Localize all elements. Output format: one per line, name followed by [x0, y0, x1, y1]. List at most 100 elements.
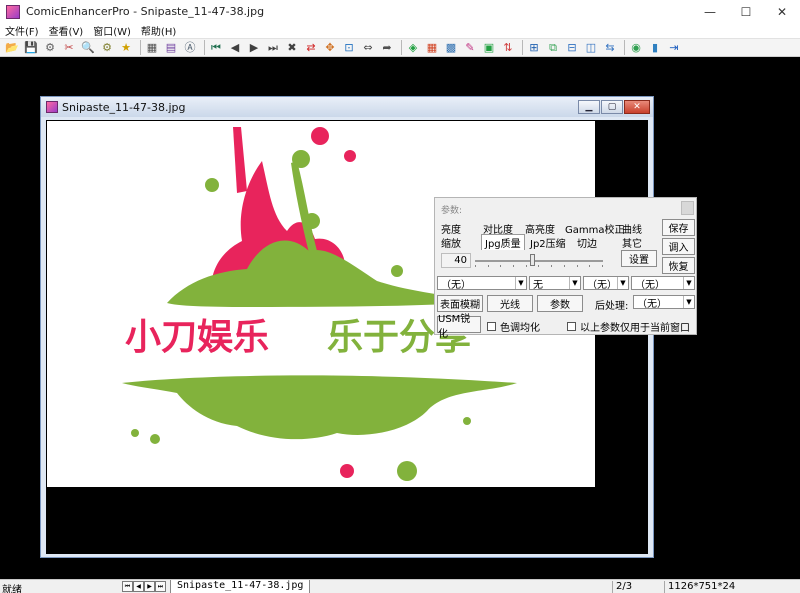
- prev-page-icon[interactable]: ◀: [133, 581, 144, 592]
- exit-icon[interactable]: ⇥: [666, 40, 682, 56]
- window-controls: — ☐ ✕: [692, 0, 800, 23]
- tab-crop[interactable]: 切边: [577, 235, 597, 250]
- pink-dot: [340, 464, 354, 478]
- menu-help[interactable]: 帮助(H): [136, 23, 181, 38]
- split-v-icon[interactable]: ◫: [583, 40, 599, 56]
- last-page-icon[interactable]: ⏭: [155, 581, 166, 592]
- set-button[interactable]: 设置: [621, 250, 657, 267]
- globe-icon[interactable]: ◉: [628, 40, 644, 56]
- save-icon[interactable]: 💾: [23, 40, 39, 56]
- last-icon[interactable]: ⏭: [265, 40, 281, 56]
- green-dot: [292, 150, 310, 168]
- add-page-icon[interactable]: ⊞: [526, 40, 542, 56]
- move-icon[interactable]: ✥: [322, 40, 338, 56]
- tab-gamma[interactable]: Gamma校正: [565, 221, 625, 236]
- pink-dot: [311, 127, 329, 145]
- image-window-title: Snipaste_11-47-38.jpg: [62, 100, 186, 114]
- chevron-down-icon: ▼: [569, 277, 580, 289]
- image-viewport[interactable]: 小刀娱乐 乐于分享: [46, 120, 648, 554]
- load-button[interactable]: 调入: [662, 238, 695, 255]
- tab-jpg-quality[interactable]: Jpg质量: [481, 234, 525, 250]
- open-folder-icon[interactable]: 📂: [4, 40, 20, 56]
- green-dot: [150, 434, 160, 444]
- post-process-label: 后处理:: [595, 301, 629, 312]
- batch-icon[interactable]: ⚙: [42, 40, 58, 56]
- current-window-only-checkbox[interactable]: 以上参数仅用于当前窗口: [567, 319, 690, 334]
- frame-icon[interactable]: ▣: [481, 40, 497, 56]
- prev-icon[interactable]: ◀: [227, 40, 243, 56]
- filter-combo-2[interactable]: 无 ▼: [529, 276, 581, 291]
- split-h-icon[interactable]: ⊟: [564, 40, 580, 56]
- text-icon[interactable]: Ⓐ: [182, 40, 198, 56]
- image-window-title-bar[interactable]: Snipaste_11-47-38.jpg ▁ ▢ ✕: [41, 97, 653, 117]
- tools-icon[interactable]: ✂: [61, 40, 77, 56]
- filter-combo-4[interactable]: （无） ▼: [631, 276, 695, 291]
- filter-combo-1[interactable]: （无） ▼: [437, 276, 527, 291]
- document-tab[interactable]: Snipaste_11-47-38.jpg: [170, 580, 311, 593]
- fit-width-icon[interactable]: ⇔: [360, 40, 376, 56]
- image-window-minimize-button[interactable]: ▁: [578, 100, 600, 114]
- quality-value: 40: [441, 253, 471, 268]
- grid-icon[interactable]: ▦: [424, 40, 440, 56]
- params-button[interactable]: 参数: [537, 295, 583, 312]
- filter-combo-4-value: （无）: [635, 279, 665, 291]
- image-window-maximize-button[interactable]: ▢: [601, 100, 623, 114]
- delete-icon[interactable]: ✖: [284, 40, 300, 56]
- params-close-button[interactable]: [681, 201, 694, 215]
- chevron-down-icon: ▼: [617, 277, 628, 289]
- zoom-icon[interactable]: 🔍: [80, 40, 96, 56]
- color-icon[interactable]: ◈: [405, 40, 421, 56]
- first-icon[interactable]: ⏮: [208, 40, 224, 56]
- menu-window[interactable]: 窗口(W): [88, 23, 136, 38]
- chevron-down-icon: ▼: [683, 277, 694, 289]
- swap-icon[interactable]: ⇄: [303, 40, 319, 56]
- help-book-icon[interactable]: ▮: [647, 40, 663, 56]
- slider-ticks: [475, 265, 603, 268]
- star-icon[interactable]: ★: [118, 40, 134, 56]
- fit-icon[interactable]: ⊡: [341, 40, 357, 56]
- tab-brightness[interactable]: 亮度: [441, 221, 461, 236]
- tab-curve[interactable]: 曲线: [622, 221, 642, 236]
- sort-icon[interactable]: ⇅: [500, 40, 516, 56]
- slogan-left-text: 小刀娱乐: [125, 317, 269, 358]
- tab-other[interactable]: 其它: [622, 235, 642, 250]
- convert-icon[interactable]: ⇆: [602, 40, 618, 56]
- copy-page-icon[interactable]: ⧉: [545, 40, 561, 56]
- palette-icon[interactable]: ▦: [144, 40, 160, 56]
- first-page-icon[interactable]: ⏮: [122, 581, 133, 592]
- tab-jp2-compress[interactable]: Jp2压缩: [530, 235, 566, 250]
- menu-view[interactable]: 查看(V): [44, 23, 89, 38]
- brush-icon[interactable]: ✎: [462, 40, 478, 56]
- close-button[interactable]: ✕: [764, 0, 800, 23]
- image-window-close-button[interactable]: ✕: [624, 100, 650, 114]
- post-process-combo[interactable]: （无） ▼: [633, 295, 695, 310]
- restore-button[interactable]: 恢复: [662, 257, 695, 274]
- toolbar-separator: [522, 40, 523, 55]
- app-icon: [6, 4, 20, 19]
- checkbox-box: [487, 322, 496, 331]
- settings-icon[interactable]: ⚙: [99, 40, 115, 56]
- toolbar-separator: [204, 40, 205, 55]
- toolbar-separator: [624, 40, 625, 55]
- params-title: 参数:: [441, 206, 463, 216]
- tab-scale[interactable]: 缩放: [441, 235, 461, 250]
- tab-highlight[interactable]: 高亮度: [525, 221, 555, 236]
- status-divider: [612, 581, 613, 593]
- green-dot: [205, 178, 219, 192]
- color-equalize-checkbox[interactable]: 色调均化: [487, 319, 540, 334]
- quality-slider-track[interactable]: [475, 260, 603, 262]
- minimize-button[interactable]: —: [692, 0, 728, 23]
- green-dot: [391, 265, 403, 277]
- next-icon[interactable]: ▶: [246, 40, 262, 56]
- maximize-button[interactable]: ☐: [728, 0, 764, 23]
- usm-sharpen-button[interactable]: USM锐化: [437, 314, 481, 340]
- menu-file[interactable]: 文件(F): [0, 23, 44, 38]
- post-process-combo-value: （无）: [637, 298, 667, 310]
- light-button[interactable]: 光线: [487, 295, 533, 312]
- export-icon[interactable]: ➦: [379, 40, 395, 56]
- pages-icon[interactable]: ▤: [163, 40, 179, 56]
- filter-combo-3[interactable]: （无） ▼: [583, 276, 629, 291]
- mosaic-icon[interactable]: ▩: [443, 40, 459, 56]
- save-button[interactable]: 保存: [662, 219, 695, 236]
- next-page-icon[interactable]: ▶: [144, 581, 155, 592]
